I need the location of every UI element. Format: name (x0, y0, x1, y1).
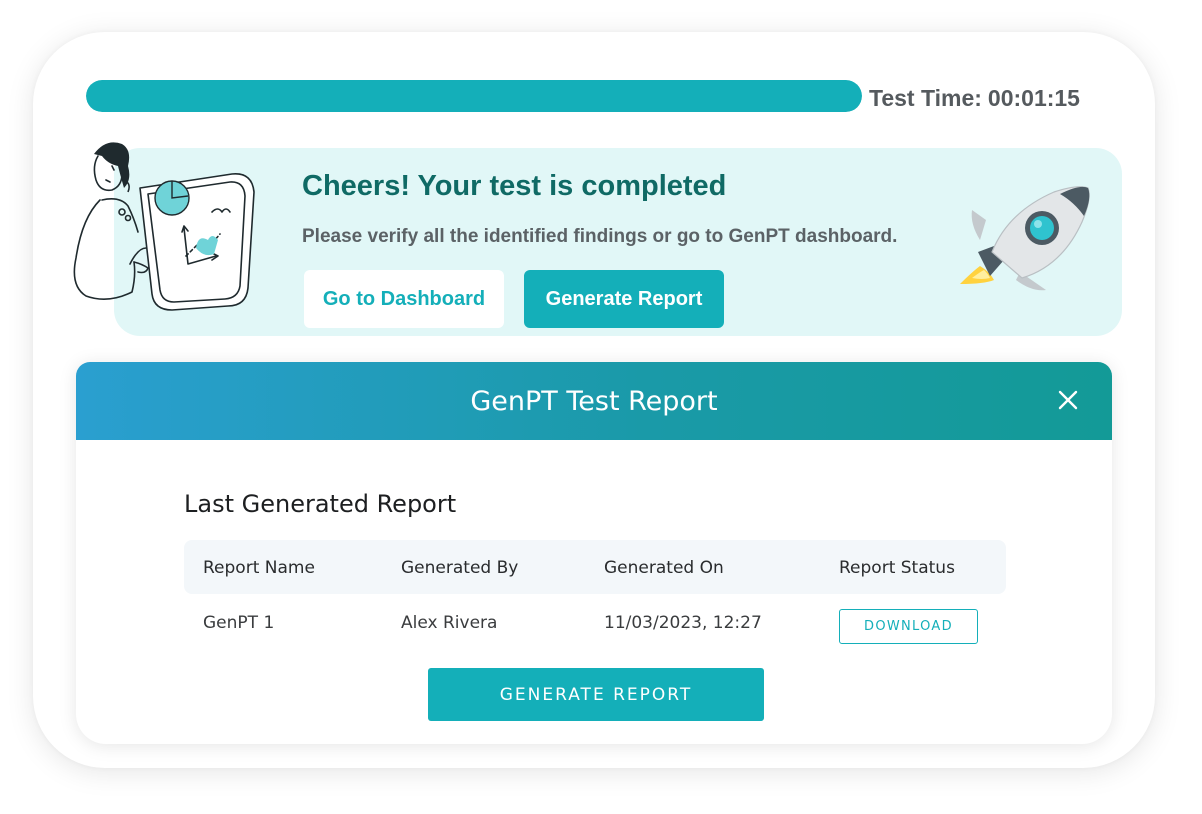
modal-title: GenPT Test Report (470, 386, 718, 417)
report-name-cell: GenPT 1 (203, 613, 275, 633)
download-button[interactable]: DOWNLOAD (839, 609, 978, 644)
test-time: Test Time: 00:01:15 (869, 84, 1080, 112)
woman-presenting-chart-illustration (73, 142, 255, 311)
column-header-report-status: Report Status (839, 558, 955, 578)
generated-by-cell: Alex Rivera (401, 613, 498, 633)
test-progress-fill (86, 80, 862, 112)
generated-on-cell: 11/03/2023, 12:27 (604, 613, 762, 633)
test-progress-bar (86, 80, 862, 112)
banner-subtitle: Please verify all the identified finding… (302, 226, 898, 247)
generate-report-modal-button[interactable]: GENERATE REPORT (428, 668, 764, 721)
close-icon[interactable] (1052, 384, 1084, 416)
rocket-illustration (960, 186, 1090, 291)
section-title: Last Generated Report (184, 490, 457, 518)
table-row: GenPT 1 Alex Rivera 11/03/2023, 12:27 DO… (184, 594, 1006, 654)
test-time-value: 00:01:15 (987, 85, 1080, 111)
table-header-row: Report Name Generated By Generated On Re… (184, 540, 1006, 594)
go-to-dashboard-button[interactable]: Go to Dashboard (304, 270, 504, 328)
test-time-label: Test Time: (869, 85, 982, 111)
column-header-report-name: Report Name (203, 558, 315, 578)
report-modal: GenPT Test Report Last Generated Report … (76, 362, 1112, 744)
generate-report-button[interactable]: Generate Report (524, 270, 724, 328)
banner-title: Cheers! Your test is completed (302, 170, 727, 202)
column-header-generated-on: Generated On (604, 558, 724, 578)
column-header-generated-by: Generated By (401, 558, 519, 578)
